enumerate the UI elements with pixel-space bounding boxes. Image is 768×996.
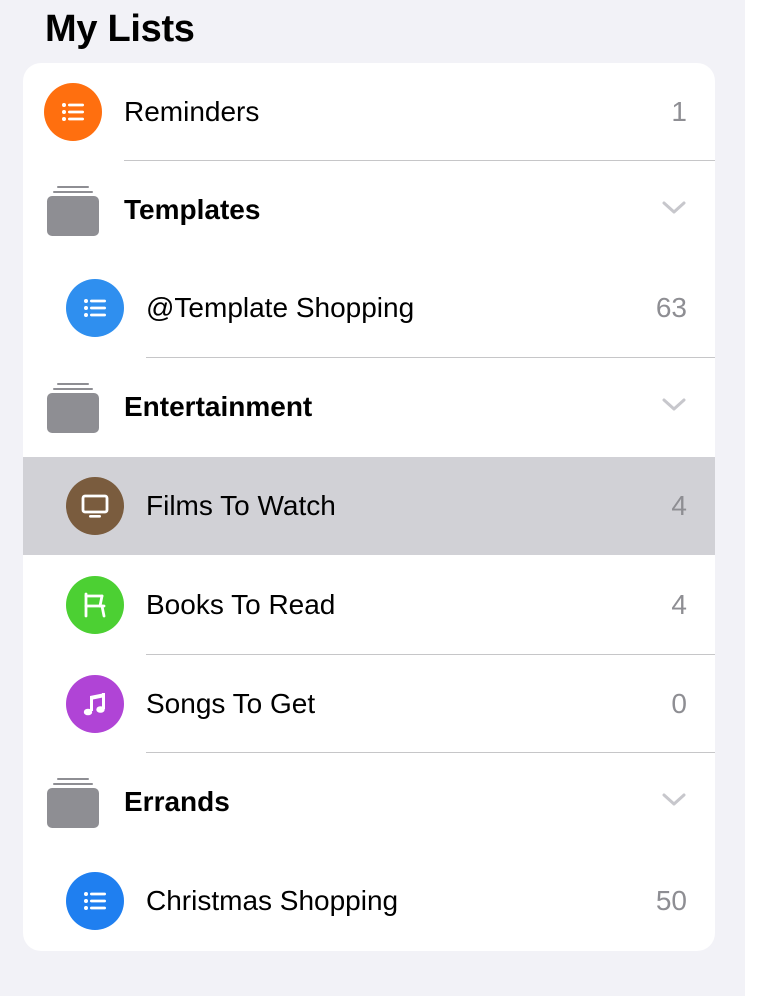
group-row-label: Entertainment: [124, 391, 313, 422]
list-row-songs-to-get[interactable]: Songs To Get 0: [23, 655, 715, 753]
right-pane-edge: [745, 0, 768, 996]
list-row-books-to-read[interactable]: Books To Read 4: [23, 556, 715, 654]
tv-icon: [66, 477, 124, 535]
list-bullet-icon: [44, 83, 102, 141]
group-row-label: Errands: [124, 786, 230, 817]
folder-icon: [47, 778, 99, 828]
list-row-template-shopping[interactable]: @Template Shopping 63: [23, 259, 715, 357]
my-lists-card: Reminders 1 Templates @Template Shopping…: [23, 63, 715, 951]
list-row-label: Films To Watch: [146, 490, 336, 521]
list-row-count: 0: [671, 688, 687, 719]
list-row-label: Reminders: [124, 96, 260, 127]
music-note-icon: [66, 675, 124, 733]
chair-icon: [66, 576, 124, 634]
list-row-label: @Template Shopping: [146, 292, 415, 323]
list-row-reminders[interactable]: Reminders 1: [23, 63, 715, 161]
list-bullet-icon: [66, 872, 124, 930]
chevron-down-icon[interactable]: [661, 199, 687, 217]
group-row-label: Templates: [124, 194, 261, 225]
list-row-count: 63: [655, 292, 687, 323]
group-row-errands[interactable]: Errands: [23, 753, 715, 851]
group-row-templates[interactable]: Templates: [23, 161, 715, 259]
list-row-label: Christmas Shopping: [146, 885, 399, 916]
list-row-count: 4: [671, 589, 687, 620]
list-row-label: Books To Read: [146, 589, 336, 620]
list-row-films-to-watch[interactable]: Films To Watch 4: [23, 457, 715, 555]
list-bullet-icon: [66, 279, 124, 337]
folder-icon: [47, 383, 99, 433]
list-row-count: 1: [671, 96, 687, 127]
group-row-entertainment[interactable]: Entertainment: [23, 358, 715, 456]
list-row-label: Songs To Get: [146, 688, 316, 719]
list-row-christmas-shopping[interactable]: Christmas Shopping 50: [23, 852, 715, 950]
folder-icon: [47, 186, 99, 236]
chevron-down-icon[interactable]: [661, 791, 687, 809]
chevron-down-icon[interactable]: [661, 396, 687, 414]
list-row-count: 50: [655, 885, 687, 916]
list-row-count: 4: [671, 490, 687, 521]
section-title: My Lists: [45, 8, 195, 50]
